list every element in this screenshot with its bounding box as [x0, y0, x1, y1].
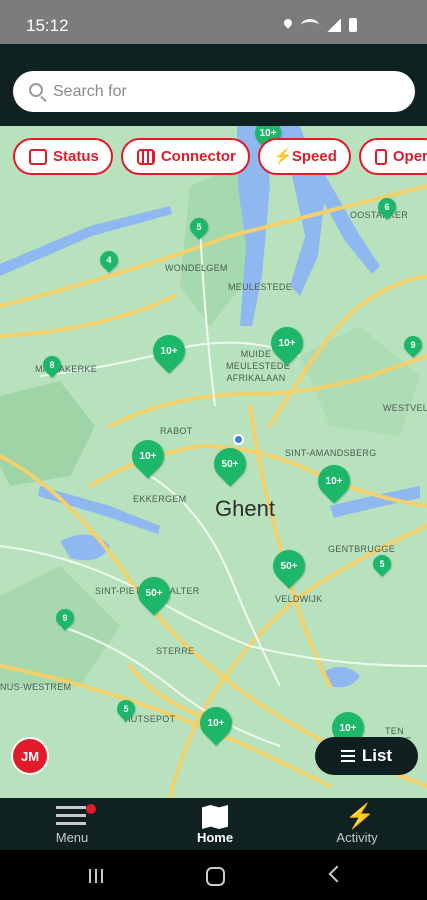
connector-icon [136, 148, 155, 165]
pin-count: 10+ [160, 345, 178, 357]
back-icon[interactable] [328, 865, 346, 883]
pin-count: 6 [384, 202, 390, 212]
battery-icon [349, 18, 357, 32]
location-icon [283, 19, 293, 32]
user-location-marker [233, 434, 244, 445]
charging-station-pin[interactable]: 10+ [146, 328, 192, 374]
filter-label: Oper [392, 148, 427, 165]
charging-station-pin[interactable]: 6 [374, 194, 400, 220]
map-label: NUS-WESTREM [0, 682, 72, 692]
charging-station-pin[interactable]: 4 [96, 247, 122, 273]
map-label: RABOT [160, 426, 193, 436]
status-icons [283, 18, 357, 32]
nav-label: Activity [336, 830, 378, 845]
lightning-icon: ⚡ [345, 803, 375, 830]
charging-station-pin[interactable]: 5 [113, 696, 139, 722]
charging-station-pin[interactable]: 5 [186, 214, 212, 240]
city-label: Ghent [215, 496, 275, 521]
status-bar: 15:12 [0, 0, 427, 44]
map-label: STERRE [156, 646, 195, 656]
map-label: WONDELGEM [165, 263, 228, 273]
list-button-label: List [361, 746, 393, 765]
operator-icon [374, 148, 387, 165]
status-icon [29, 148, 47, 165]
avatar[interactable]: JM [11, 737, 49, 775]
signal-icon [327, 18, 341, 32]
map-label: SINT-AMANDSBERG [285, 448, 377, 458]
map-view[interactable]: WONDELGEM MEULESTEDE MUIDE MEULESTEDE AF… [0, 126, 427, 798]
pin-count: 50+ [280, 560, 298, 572]
charging-station-pin[interactable]: 8 [39, 352, 65, 378]
pin-count: 9 [410, 340, 416, 350]
search-bar[interactable] [13, 71, 415, 112]
charging-station-pin[interactable]: 5 [369, 551, 395, 577]
charging-station-pin[interactable]: 50+ [207, 441, 253, 487]
recent-apps-icon[interactable] [89, 869, 105, 883]
pin-count: 50+ [145, 587, 163, 599]
map-label: WESTVELD [383, 403, 427, 413]
charging-station-pin[interactable]: 9 [52, 605, 78, 631]
pin-count: 4 [106, 255, 112, 265]
menu-icon [56, 806, 86, 826]
system-navigation [0, 850, 427, 900]
filter-connector[interactable]: Connector [120, 138, 250, 175]
filter-operator[interactable]: Oper [358, 138, 427, 175]
pin-count: 10+ [325, 475, 343, 487]
charging-station-pin[interactable]: 9 [400, 332, 426, 358]
pin-count: 5 [123, 704, 129, 714]
nav-label: Home [196, 830, 234, 845]
filter-label: Connector [160, 148, 236, 165]
pin-count: 8 [49, 360, 55, 370]
map-icon [202, 805, 228, 829]
list-view-button[interactable]: List [315, 737, 418, 775]
lightning-icon [274, 147, 293, 165]
charging-station-pin[interactable]: 10+ [193, 700, 239, 746]
filter-label: Speed [291, 148, 337, 165]
status-time: 15:12 [26, 16, 69, 35]
app-screen: 15:12 Search for WONDELGEM MEULESTEDE MU… [0, 0, 427, 900]
pin-count: 50+ [221, 458, 239, 470]
map-label: VELDWIJK [275, 594, 323, 604]
home-icon[interactable] [206, 867, 225, 886]
search-input[interactable] [53, 79, 393, 104]
charging-station-pin[interactable]: 50+ [131, 570, 177, 616]
pin-count: 9 [62, 613, 68, 623]
wifi-icon [301, 18, 319, 32]
filter-label: Status [53, 148, 99, 165]
bottom-navigation: Menu Home ⚡ Activity [0, 798, 427, 850]
map-label: MEULESTEDE [228, 282, 293, 292]
map-label: EKKERGEM [133, 494, 187, 504]
filter-status[interactable]: Status [13, 138, 113, 175]
charging-station-pin[interactable]: 10+ [311, 458, 357, 504]
app-header [0, 44, 427, 126]
pin-count: 10+ [207, 717, 225, 729]
filter-chips: Status Connector Speed Oper [13, 138, 427, 175]
pin-count: 10+ [278, 337, 296, 349]
map-label: GENTBRUGGE [328, 544, 396, 554]
search-icon [29, 83, 43, 97]
charging-station-pin[interactable]: 10+ [125, 433, 171, 479]
nav-label: Menu [55, 830, 89, 845]
charging-station-pin[interactable]: 50+ [266, 543, 312, 589]
list-icon [340, 750, 355, 762]
charging-station-pin[interactable]: 10+ [264, 320, 310, 366]
pin-count: 5 [196, 222, 202, 232]
filter-speed[interactable]: Speed [257, 138, 351, 175]
pin-count: 5 [379, 559, 385, 569]
notification-dot [86, 804, 96, 814]
pin-count: 10+ [139, 450, 157, 462]
